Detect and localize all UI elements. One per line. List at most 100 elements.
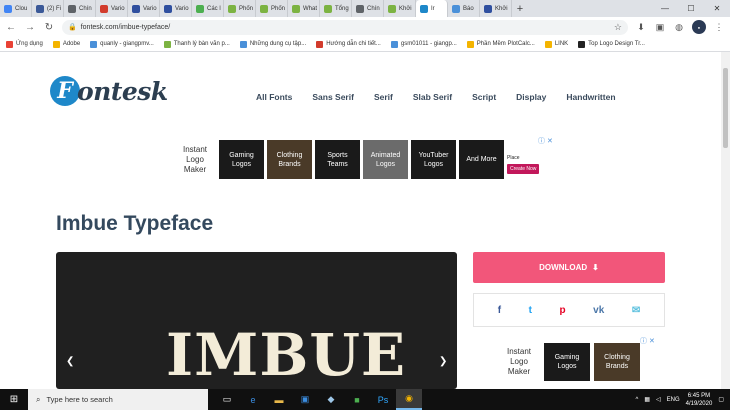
ad-banner-top[interactable]: Instant Logo Maker Gaming Logos Clothing …	[174, 140, 551, 179]
phone-app-icon[interactable]: ■	[344, 389, 370, 410]
browser-tab[interactable]: Khởi	[480, 0, 512, 17]
minimize-icon[interactable]: —	[652, 0, 678, 17]
notification-icon[interactable]: ▢	[718, 396, 724, 403]
edge-icon[interactable]: e	[240, 389, 266, 410]
browser-tab[interactable]: (2) Fi	[32, 0, 64, 17]
network-icon[interactable]: ▦	[644, 396, 650, 403]
taskbar-search[interactable]: ⌕ Type here to search	[28, 389, 208, 410]
photoshop-icon[interactable]: Ps	[370, 389, 396, 410]
page-scrollbar[interactable]	[721, 52, 730, 389]
browser-tab[interactable]: Các l	[192, 0, 224, 17]
close-icon[interactable]: ✕	[704, 0, 730, 17]
bookmark-item[interactable]: Ứng dụng	[6, 40, 43, 48]
font-preview-slider[interactable]: IMBUE ❮ ❯	[56, 252, 457, 389]
shield-icon[interactable]: ◍	[673, 22, 685, 33]
browser-tab[interactable]: Chín	[352, 0, 384, 17]
reload-icon[interactable]: ↻	[43, 22, 55, 33]
ad-tile[interactable]: Clothing Brands	[267, 140, 312, 179]
browser-tab[interactable]: Vario	[128, 0, 160, 17]
scrollbar-thumb[interactable]	[723, 68, 728, 148]
bookmark-item[interactable]: LINK	[544, 40, 568, 48]
bookmark-item[interactable]: Hướng dẫn chi tiết...	[316, 40, 381, 48]
slider-prev-icon[interactable]: ❮	[66, 356, 74, 367]
browser-tab[interactable]: Phốn	[256, 0, 288, 17]
bookmark-favicon-icon	[239, 40, 247, 48]
tab-label: Vario	[143, 5, 157, 12]
tab-label: Chín	[367, 5, 380, 12]
browser-tab[interactable]: Vario	[160, 0, 192, 17]
back-icon[interactable]: ←	[5, 22, 17, 33]
nav-link[interactable]: Display	[516, 92, 546, 102]
task-view-icon[interactable]: ▭	[214, 389, 240, 410]
browser-tab[interactable]: Phốn	[224, 0, 256, 17]
browser-tab[interactable]: Báo	[448, 0, 480, 17]
tab-favicon-icon	[132, 4, 140, 13]
bookmark-item[interactable]: Adobe	[52, 40, 80, 48]
ad-tile[interactable]: Animated Logos	[363, 140, 408, 179]
bookmark-item[interactable]: Top Logo Design Tr...	[578, 40, 645, 48]
clock[interactable]: 6:45 PM 4/19/2020	[686, 392, 713, 408]
download-button[interactable]: DOWNLOAD ⬇	[473, 252, 665, 283]
slider-next-icon[interactable]: ❯	[439, 356, 447, 367]
ad-tile[interactable]: Sports Teams	[315, 140, 360, 179]
new-tab-button[interactable]: +	[512, 0, 528, 17]
tab-favicon-icon	[260, 4, 268, 13]
tab-favicon-icon	[4, 4, 12, 13]
browser-tab[interactable]: Clou	[0, 0, 32, 17]
facebook-share-icon[interactable]: f	[498, 305, 501, 316]
ad-side-tile[interactable]: Clothing Brands	[594, 343, 640, 381]
pinterest-share-icon[interactable]: p	[560, 305, 566, 316]
ad-banner-side[interactable]: Instant Logo Maker Gaming Logos Clothing …	[498, 343, 640, 381]
nav-link[interactable]: All Fonts	[256, 92, 292, 102]
url-text: fontesk.com/imbue-typeface/	[80, 23, 171, 31]
bookmark-item[interactable]: gsm01011 - giangp...	[390, 40, 457, 48]
windows-start-icon[interactable]: ⊞	[0, 389, 28, 410]
bookmark-label: quanly - giangpmv...	[100, 41, 154, 47]
ad-tile[interactable]: Gaming Logos	[219, 140, 264, 179]
language-indicator[interactable]: ENG	[667, 397, 680, 403]
create-now-button[interactable]: Create Now	[507, 164, 540, 174]
nav-link[interactable]: Serif	[374, 92, 393, 102]
ad-side-tile[interactable]: Gaming Logos	[544, 343, 590, 381]
cast-icon[interactable]: ▣	[654, 22, 666, 33]
ad-choices-icon[interactable]: ⓘ ✕	[538, 136, 553, 146]
ad-tile[interactable]: YouTuber Logos	[411, 140, 456, 179]
twitter-share-icon[interactable]: t	[529, 305, 532, 316]
ad-side-choices-icon[interactable]: ⓘ ✕	[640, 336, 655, 346]
menu-icon[interactable]: ⋮	[713, 22, 725, 33]
address-bar[interactable]: 🔒 fontesk.com/imbue-typeface/ ☆	[62, 19, 628, 35]
volume-icon[interactable]: ◁	[656, 396, 661, 403]
forward-icon[interactable]: →	[24, 22, 36, 33]
app-icon[interactable]: ◆	[318, 389, 344, 410]
bookmark-star-icon[interactable]: ☆	[614, 22, 622, 33]
browser-tab[interactable]: Khởi	[384, 0, 416, 17]
tab-favicon-icon	[36, 4, 44, 13]
chrome-icon[interactable]: ◉	[396, 389, 422, 410]
bookmark-item[interactable]: Phần Mềm PlotCalc...	[466, 40, 535, 48]
maximize-icon[interactable]: ☐	[678, 0, 704, 17]
tab-label: Clou	[15, 5, 28, 12]
profile-avatar[interactable]: ●	[692, 20, 706, 34]
nav-link[interactable]: Sans Serif	[312, 92, 354, 102]
site-logo[interactable]: F ontesk	[50, 76, 168, 106]
file-explorer-icon[interactable]: ▬	[266, 389, 292, 410]
browser-tab[interactable]: Chín	[64, 0, 96, 17]
browser-tab[interactable]: Ir	[416, 0, 448, 17]
nav-link[interactable]: Script	[472, 92, 496, 102]
bookmark-item[interactable]: quanly - giangpmv...	[90, 40, 154, 48]
browser-tab[interactable]: Tổng	[320, 0, 352, 17]
nav-link[interactable]: Slab Serif	[413, 92, 452, 102]
ad-tile[interactable]: And More	[459, 140, 504, 179]
bookmark-label: Thanh lý bàn văn p...	[173, 41, 230, 47]
extension-icon[interactable]: ⬇	[635, 22, 647, 33]
bookmark-favicon-icon	[544, 40, 552, 48]
vk-share-icon[interactable]: vk	[593, 305, 604, 316]
bookmark-item[interactable]: Thanh lý bàn văn p...	[163, 40, 230, 48]
email-share-icon[interactable]: ✉	[632, 305, 640, 316]
browser-tab[interactable]: What	[288, 0, 320, 17]
store-icon[interactable]: ▣	[292, 389, 318, 410]
bookmark-item[interactable]: Những dung cụ tập...	[239, 40, 306, 48]
browser-tab[interactable]: Vario	[96, 0, 128, 17]
nav-link[interactable]: Handwritten	[566, 92, 615, 102]
tray-up-icon[interactable]: ^	[635, 397, 638, 403]
